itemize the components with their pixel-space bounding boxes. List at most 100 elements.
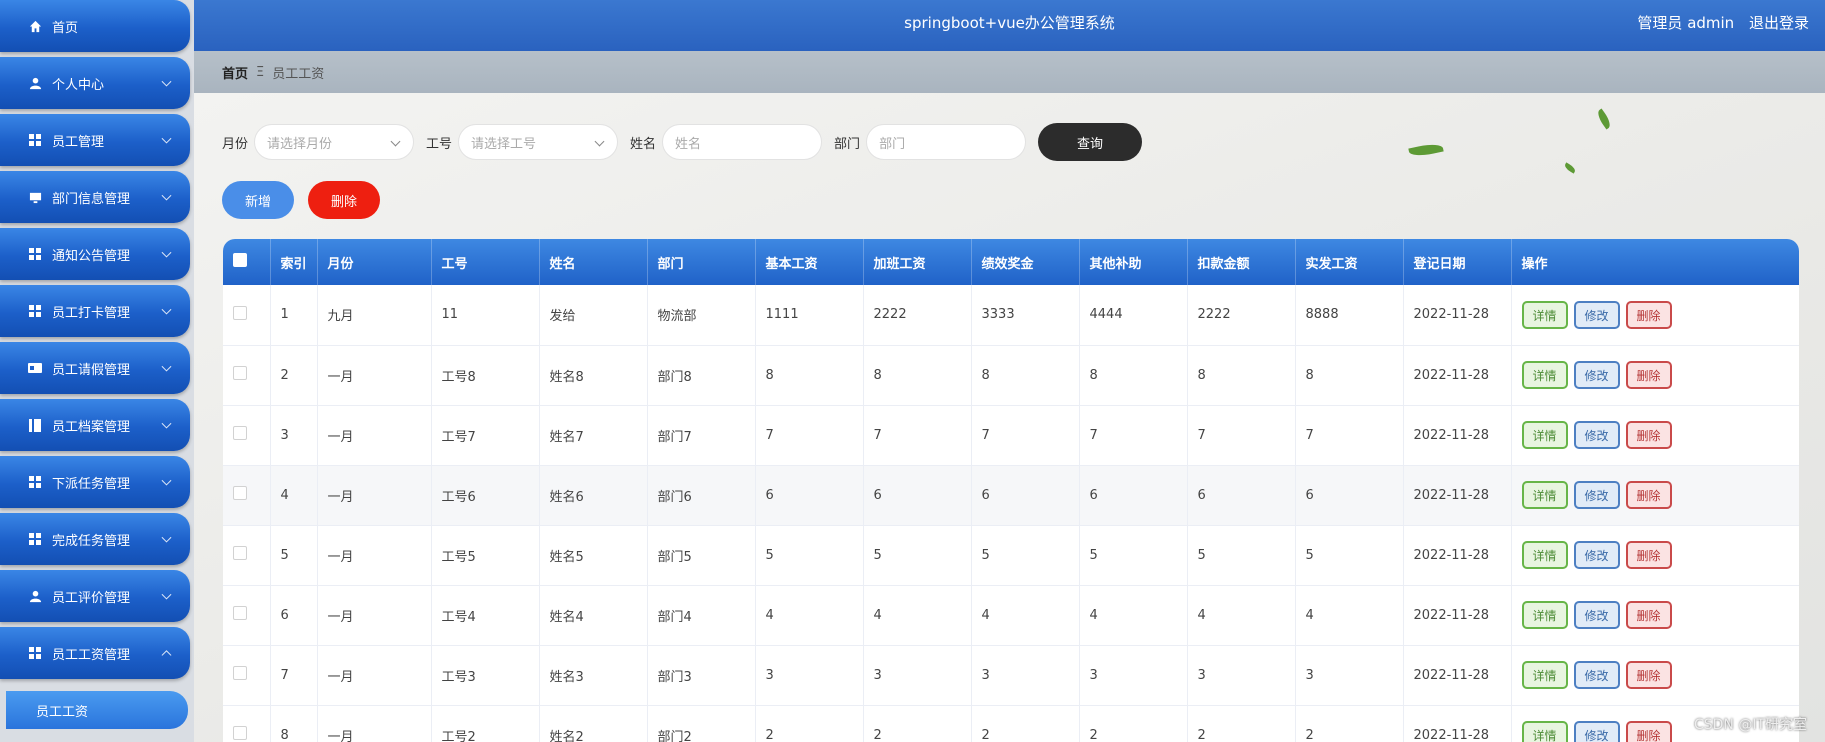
row-checkbox[interactable] [223,645,271,706]
table-cell: 2022-11-28 [1403,645,1512,706]
row-actions: 详情 修改 删除 [1511,465,1799,526]
column-header: 绩效奖金 [971,239,1080,285]
month-select[interactable]: 请选择月份 [254,124,415,160]
sidebar-item-department[interactable]: 部门信息管理 [0,171,190,223]
employee-id-label: 工号 [426,136,453,152]
row-actions: 详情 修改 删除 [1511,285,1799,346]
row-checkbox[interactable] [223,525,271,586]
employee-id-select[interactable]: 请选择工号 [458,124,619,160]
sidebar-subitem-salary[interactable]: 员工工资 [6,691,188,729]
month-label: 月份 [222,136,249,152]
sidebar-item-employee[interactable]: 员工管理 [0,114,190,166]
sidebar-item-leave[interactable]: 员工请假管理 [0,342,190,394]
row-checkbox[interactable] [223,465,271,526]
row-checkbox[interactable] [223,285,271,346]
row-checkbox[interactable] [223,705,271,742]
detail-button[interactable]: 详情 [1521,361,1568,389]
table-cell: 4 [863,585,972,646]
sidebar-item-notice[interactable]: 通知公告管理 [0,228,190,280]
remove-button[interactable]: 删除 [1625,541,1672,569]
edit-button[interactable]: 修改 [1573,300,1620,329]
column-header: 月份 [317,239,432,285]
column-header: 扣款金额 [1187,239,1296,285]
table-row: 4 一月 工号6 姓名6 部门6 6 6 6 6 6 6 2022-11-28 详情 修改 删除 [223,465,1799,526]
row-checkbox[interactable] [223,405,271,466]
delete-button[interactable]: 删除 [308,181,380,219]
search-filters: 月份 请选择月份 工号 请选择工号 姓名 姓名 部门 部门 查询 [222,123,1143,161]
detail-button[interactable]: 详情 [1521,601,1568,629]
department-input[interactable]: 部门 [866,124,1027,160]
table-cell: 2 [755,705,864,742]
table-cell: 部门3 [647,645,756,706]
breadcrumb-current: 员工工资 [272,66,325,82]
table-cell: 5 [755,525,864,586]
action-buttons: 新增 删除 [222,181,380,219]
row-checkbox[interactable] [223,345,271,406]
column-header: 操作 [1511,239,1799,285]
remove-button[interactable]: 删除 [1625,601,1672,629]
remove-button[interactable]: 删除 [1625,421,1672,449]
table-cell: 部门6 [647,465,756,526]
remove-button[interactable]: 删除 [1625,661,1672,689]
detail-button[interactable]: 详情 [1521,661,1568,689]
table-cell: 2022-11-28 [1403,465,1512,526]
remove-button[interactable]: 删除 [1625,361,1672,389]
remove-button[interactable]: 删除 [1625,721,1672,742]
detail-button[interactable]: 详情 [1521,721,1568,742]
name-input[interactable]: 姓名 [662,124,823,160]
edit-button[interactable]: 修改 [1573,481,1620,509]
grid-icon [28,475,42,489]
table-row: 8 一月 工号2 姓名2 部门2 2 2 2 2 2 2 2022-11-28 详情 修改 删除 [223,705,1799,742]
sidebar-item-complete-task[interactable]: 完成任务管理 [0,513,190,565]
table-cell: 2 [1187,705,1296,742]
chevron-down-icon [161,418,172,429]
sidebar-item-salary[interactable]: 员工工资管理 [0,627,190,679]
table-cell: 姓名8 [539,345,648,406]
sidebar-item-assign-task[interactable]: 下派任务管理 [0,456,190,508]
sidebar-item-attendance[interactable]: 员工打卡管理 [0,285,190,337]
edit-button[interactable]: 修改 [1573,421,1620,449]
table-cell: 7 [1079,405,1188,466]
select-all-checkbox[interactable] [223,239,271,285]
query-button[interactable]: 查询 [1038,123,1143,161]
table-cell: 2022-11-28 [1403,285,1512,346]
table-cell: 8 [863,345,972,406]
grid-icon [28,133,42,147]
column-header: 工号 [431,239,540,285]
table-cell: 姓名5 [539,525,648,586]
chevron-down-icon [390,136,401,147]
sidebar-item-label: 下派任务管理 [52,476,131,492]
detail-button[interactable]: 详情 [1521,541,1568,569]
salary-table: 索引 月份 工号 姓名 部门 基本工资 加班工资 绩效奖金 其他补助 扣款金额 … [223,239,1799,742]
edit-button[interactable]: 修改 [1573,721,1620,742]
app-title: springboot+vue办公管理系统 [904,14,1115,32]
logout-link[interactable]: 退出登录 [1749,14,1809,32]
detail-button[interactable]: 详情 [1521,481,1568,509]
table-row: 1 九月 11 发给 物流部 1111 2222 3333 4444 2222 8888 2022-1… [223,285,1799,346]
remove-button[interactable]: 删除 [1625,481,1672,509]
remove-button[interactable]: 删除 [1625,300,1672,329]
sidebar-item-evaluation[interactable]: 员工评价管理 [0,570,190,622]
table-cell: 一月 [317,345,432,406]
sidebar-item-home[interactable]: 首页 [0,0,190,52]
table-cell: 4 [270,465,318,526]
sidebar-item-personal-center[interactable]: 个人中心 [0,57,190,109]
table-cell: 2222 [1187,285,1296,346]
table-cell: 8888 [1295,285,1404,346]
detail-button[interactable]: 详情 [1521,300,1568,329]
edit-button[interactable]: 修改 [1573,541,1620,569]
add-button[interactable]: 新增 [222,181,294,219]
table-cell: 2022-11-28 [1403,585,1512,646]
edit-button[interactable]: 修改 [1573,601,1620,629]
chevron-down-icon [161,589,172,600]
row-checkbox[interactable] [223,585,271,646]
sidebar-item-archive[interactable]: 员工档案管理 [0,399,190,451]
table-cell: 8 [1079,345,1188,406]
detail-button[interactable]: 详情 [1521,421,1568,449]
month-placeholder: 请选择月份 [267,136,333,152]
edit-button[interactable]: 修改 [1573,361,1620,389]
edit-button[interactable]: 修改 [1573,661,1620,689]
sidebar-item-label: 首页 [52,20,79,36]
table-cell: 一月 [317,525,432,586]
breadcrumb-home[interactable]: 首页 [222,63,248,82]
